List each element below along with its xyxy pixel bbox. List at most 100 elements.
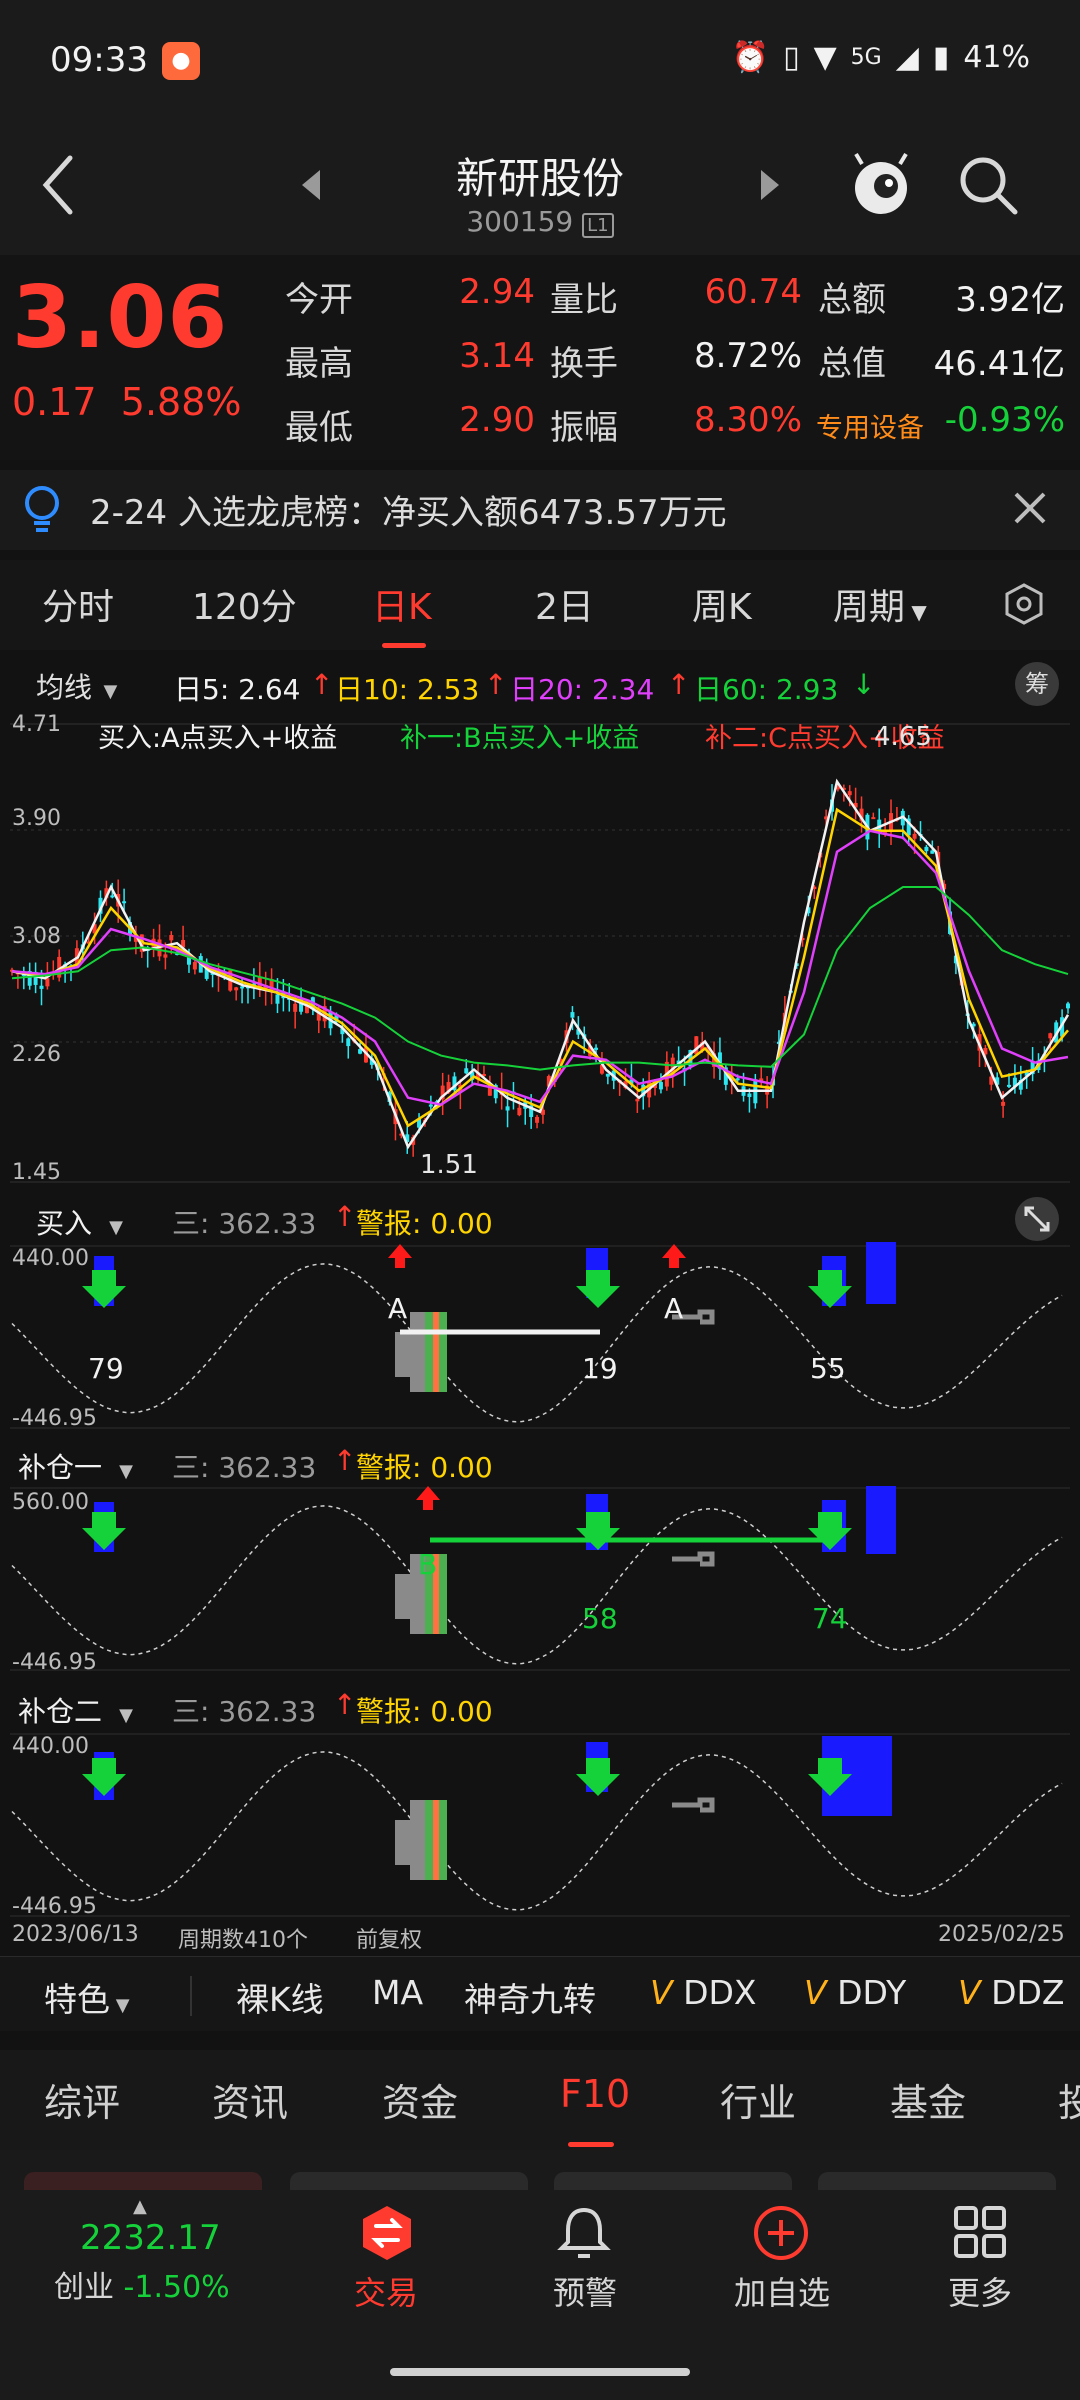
settings-hex-icon[interactable] (1002, 582, 1046, 626)
panel-add1-title[interactable]: 补仓一 ▼ (18, 1446, 133, 1486)
up-arrow-icon (416, 1486, 440, 1510)
sector-label[interactable]: 专用设备 (816, 406, 924, 445)
bell-icon[interactable] (556, 2204, 612, 2262)
sector-change: -0.93% (944, 400, 1065, 440)
up-arrow-icon: ↑ (333, 1200, 357, 1233)
panel-add1-chart (10, 1486, 1070, 1671)
tab-overview[interactable]: 综评 (44, 2072, 120, 2127)
nav-add-watchlist[interactable]: 加自选 (702, 2268, 862, 2314)
indicator-ddy[interactable]: V DDY (804, 1973, 906, 2012)
tab-more-cut[interactable]: 投 (1058, 2072, 1080, 2127)
panel-buy-warn: 警报: 0.00 (356, 1207, 493, 1240)
panel-add2-chart (10, 1733, 1070, 1917)
more-grid-icon[interactable] (952, 2204, 1008, 2260)
info-card[interactable] (24, 2172, 262, 2192)
panel-add2-ymax: 440.00 (12, 1734, 89, 1759)
candle-body (871, 817, 876, 820)
nav-trade[interactable]: 交易 (306, 2268, 466, 2314)
chevron-up-icon[interactable]: ▲ (133, 2196, 147, 2217)
signal-count: 58 (582, 1602, 618, 1635)
feature-dropdown[interactable]: 特色 ▼ (44, 1973, 130, 2021)
nav-more[interactable]: 更多 (900, 2268, 1060, 2314)
panel-buy-chart (10, 1242, 1070, 1429)
chip-distribution-button[interactable]: 筹 (1015, 662, 1059, 706)
tab-industry[interactable]: 行业 (720, 2072, 796, 2127)
marker-a: A (388, 1292, 408, 1325)
nav-alert[interactable]: 预警 (505, 2268, 665, 2314)
ma-line-日20 (11, 829, 1069, 1107)
tab-fund[interactable]: 基金 (890, 2072, 966, 2127)
tab-period-dropdown[interactable]: 周期 ▼ (833, 578, 927, 630)
tab-funds[interactable]: 资金 (382, 2072, 458, 2127)
mascot-icon[interactable] (848, 150, 914, 220)
quote-value: 8.72% (693, 336, 802, 376)
app-notification-icon: ● (162, 42, 200, 80)
up-arrow-icon: ↑ (333, 1444, 357, 1477)
info-card[interactable] (818, 2172, 1056, 2192)
tab-120min[interactable]: 120分 (192, 578, 297, 630)
legend-buy: 买入:A点买入+收益 (98, 723, 338, 754)
tab-intraday[interactable]: 分时 (42, 578, 114, 630)
oscillator-line (11, 1505, 1063, 1665)
index-value[interactable]: 2232.17 (80, 2218, 221, 2258)
tab-weekly-k[interactable]: 周K (692, 578, 752, 630)
info-card[interactable] (554, 2172, 792, 2192)
candle-body (464, 1068, 469, 1074)
down-arrow-icon (576, 1512, 620, 1550)
candle-body (275, 994, 280, 1004)
chart-adjust-mode[interactable]: 前复权 (356, 1922, 422, 1954)
panel-buy-title[interactable]: 买入 ▼ (36, 1202, 123, 1242)
tab-news[interactable]: 资讯 (212, 2072, 288, 2127)
expand-icon[interactable] (1014, 1196, 1060, 1242)
price-change: 0.17 5.88% (12, 380, 242, 424)
ma-selector[interactable]: 均线 ▼ (36, 666, 117, 706)
tab-f10[interactable]: F10 (560, 2072, 630, 2116)
chevron-down-icon: ▼ (102, 1461, 134, 1482)
panel-add2-title[interactable]: 补仓二 ▼ (18, 1690, 133, 1730)
candle-body (293, 1003, 298, 1012)
quote-label: 最高 (285, 344, 353, 384)
quote-value: 2.90 (459, 400, 535, 440)
tab-daily-k[interactable]: 日K (372, 578, 432, 630)
volume-bar (439, 1554, 447, 1634)
volume-bar (433, 1800, 439, 1880)
candle-body (1001, 1101, 1006, 1106)
quote-label: 最低 (285, 408, 353, 448)
y-tick-label: 4.71 (12, 712, 61, 737)
quote-label: 换手 (550, 344, 618, 384)
candle-body (1007, 1084, 1012, 1087)
ma-lines (11, 778, 1070, 1150)
notice-text[interactable]: 2-24 入选龙虎榜：净买入额6473.57万元 (90, 485, 727, 534)
chevron-down-icon: ▼ (905, 600, 927, 624)
indicator-plain-k[interactable]: 裸K线 (236, 1973, 324, 2021)
indicator-ddz[interactable]: V DDZ (958, 1973, 1065, 2012)
kline-chart[interactable] (0, 712, 1080, 1190)
network-label: 5G (850, 45, 882, 70)
oscillator-line (11, 1263, 1063, 1423)
candle-body (924, 846, 929, 852)
candle-body (240, 986, 245, 989)
vip-icon: V (804, 1973, 838, 2012)
up-arrow-icon: ↑ (310, 668, 334, 701)
marker-b: B (418, 1548, 438, 1581)
add-watchlist-icon[interactable] (752, 2204, 810, 2262)
panel-buy-value: 三: 362.33 (172, 1207, 317, 1240)
tab-2day[interactable]: 2日 (535, 578, 594, 630)
close-icon[interactable] (1012, 490, 1048, 526)
candle-body (234, 987, 239, 991)
quote-label: 量比 (550, 280, 618, 320)
search-icon[interactable] (955, 152, 1021, 218)
indicator-ddx[interactable]: V DDX (650, 1973, 757, 2012)
index-summary[interactable]: 创业 -1.50% (54, 2262, 230, 2306)
candle-body (169, 935, 174, 941)
info-card[interactable] (290, 2172, 528, 2192)
indicator-td9[interactable]: 神奇九转 (464, 1973, 596, 2021)
down-arrow-icon (82, 1758, 126, 1796)
indicator-ma[interactable]: MA (372, 1973, 423, 2012)
volume-bar (425, 1800, 433, 1880)
small-mark (672, 1797, 715, 1813)
trade-icon[interactable] (358, 2204, 416, 2262)
candle-body (658, 1082, 663, 1090)
panel-add1-warn: 警报: 0.00 (356, 1451, 493, 1484)
quote-value: 3.92亿 (955, 280, 1065, 320)
